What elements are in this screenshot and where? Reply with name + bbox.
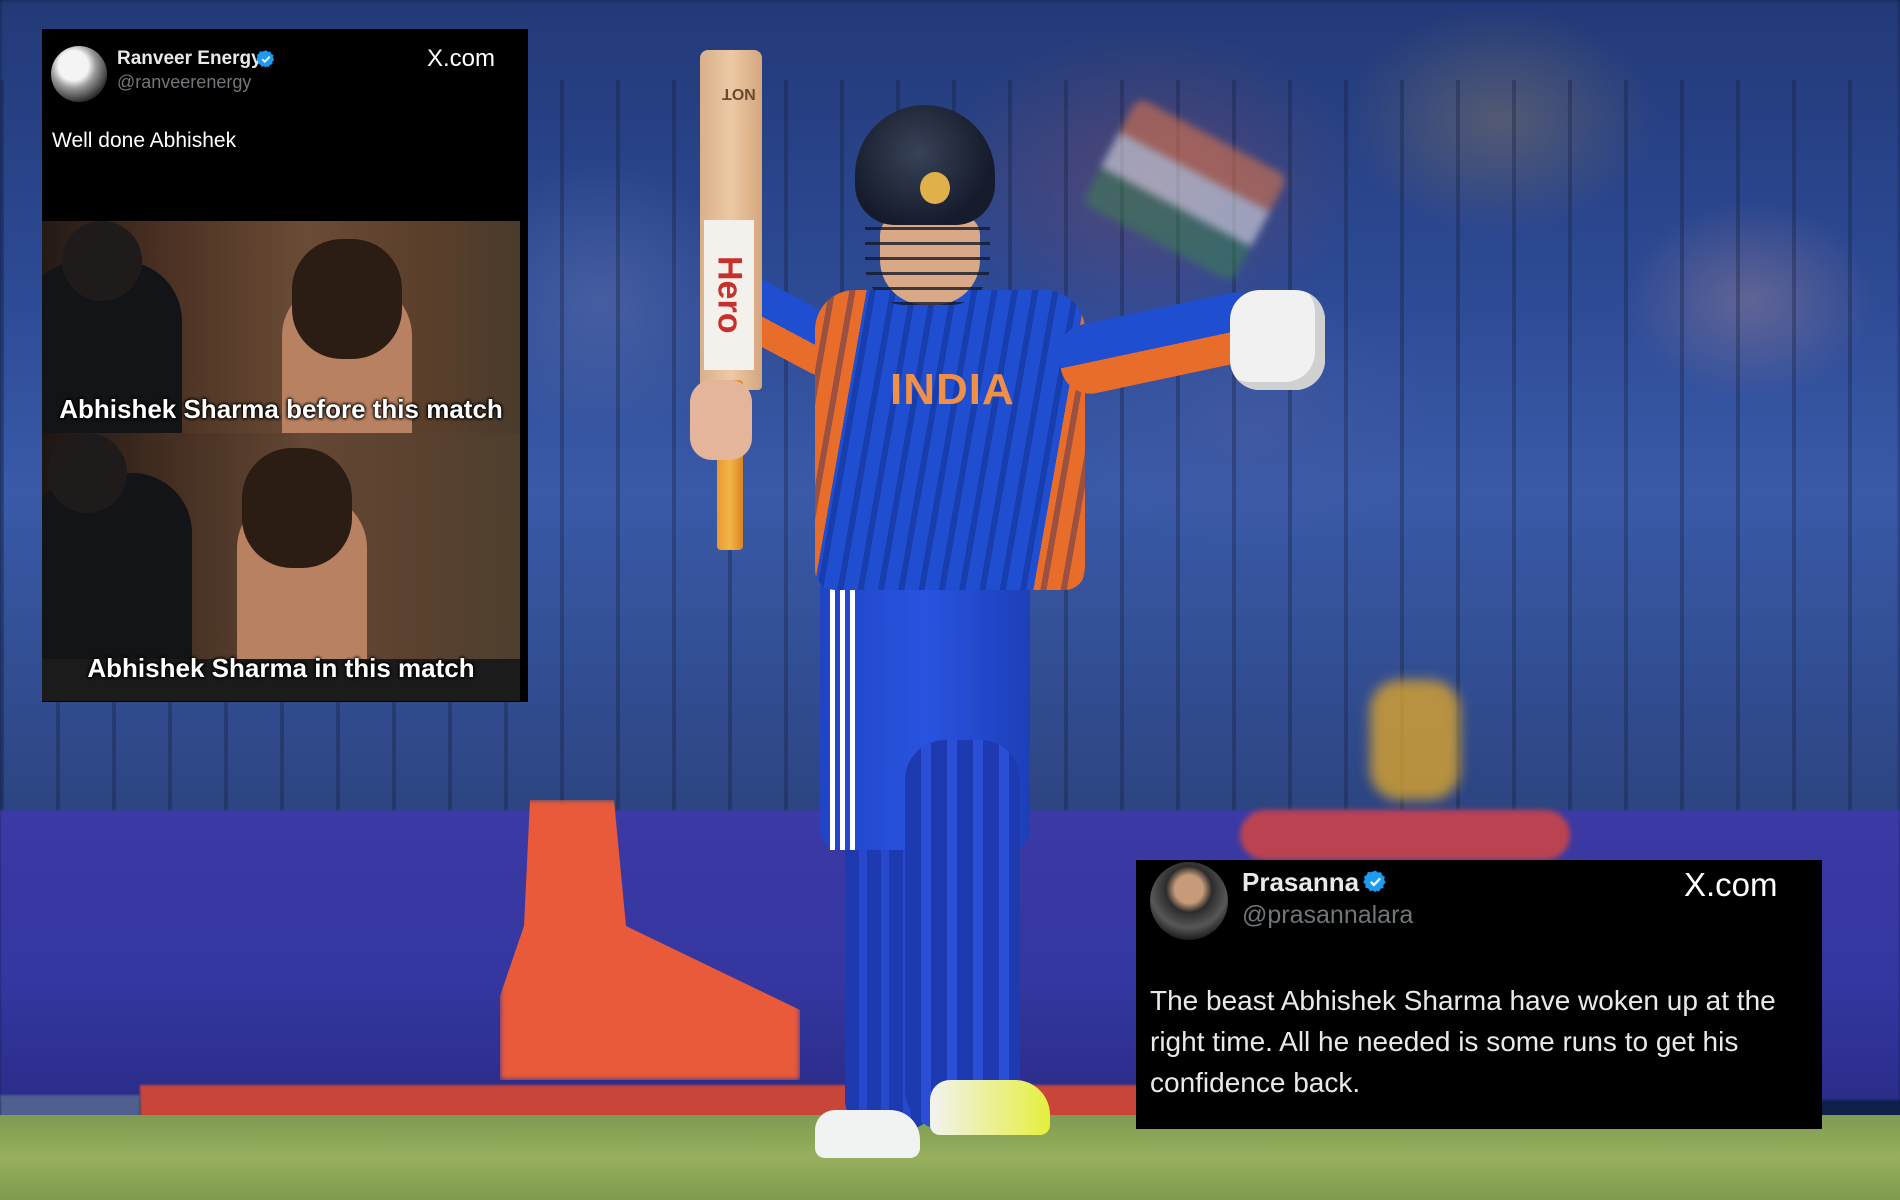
- bat-label: NOT: [722, 85, 756, 102]
- shoe-right: [930, 1080, 1050, 1135]
- meme-image[interactable]: Abhishek Sharma before this match Abhish…: [42, 221, 520, 701]
- avatar[interactable]: [1150, 862, 1228, 940]
- meme-caption-bottom: Abhishek Sharma in this match: [87, 653, 475, 683]
- helmet-grille: [865, 215, 990, 305]
- user-handle[interactable]: @prasannalara: [1242, 901, 1413, 930]
- player-left-hand: [690, 380, 752, 460]
- meme-caption-top: Abhishek Sharma before this match: [59, 394, 503, 424]
- display-name[interactable]: Ranveer Energy: [117, 48, 262, 70]
- tweet-text: The beast Abhishek Sharma have woken up …: [1150, 985, 1776, 1098]
- jersey-text: INDIA: [890, 365, 1015, 414]
- meme-panel-bottom: [42, 433, 520, 659]
- x-com-logo: X.com: [427, 45, 496, 72]
- verified-badge-icon: [256, 50, 275, 68]
- tweet-card-prasanna: Prasanna @prasannalara X.com The beast A…: [1136, 860, 1822, 1129]
- helmet-badge: [920, 172, 950, 204]
- long-hair: [242, 448, 352, 568]
- user-handle[interactable]: @ranveerenergy: [117, 72, 251, 93]
- batting-glove: [1230, 290, 1325, 390]
- jersey-pattern: [815, 290, 1085, 590]
- avatar[interactable]: [51, 46, 107, 102]
- spectator: [1370, 680, 1460, 800]
- display-name[interactable]: Prasanna: [1242, 867, 1359, 898]
- long-hair: [292, 239, 402, 359]
- trouser-stripes: [830, 580, 860, 850]
- tweet-text: Well done Abhishek: [52, 129, 237, 152]
- shoe-left: [815, 1110, 920, 1158]
- meme-panel-top: Abhishek Sharma before this match: [42, 221, 520, 433]
- verified-badge-icon: [1363, 870, 1386, 893]
- batting-pad-right: [905, 740, 1020, 1130]
- tweet-card-ranveer: Ranveer Energy @ranveerenergy X.com Well…: [42, 29, 528, 702]
- bat-brand: Hero: [704, 220, 754, 370]
- x-com-logo: X.com: [1684, 866, 1778, 903]
- gunman-head: [47, 433, 127, 513]
- gunman-head: [62, 221, 142, 301]
- helmet: [855, 105, 995, 225]
